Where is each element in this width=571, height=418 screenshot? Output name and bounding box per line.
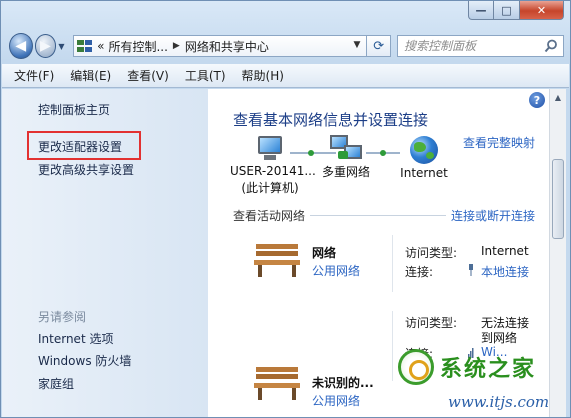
menu-tools[interactable]: 工具(T) — [177, 67, 234, 84]
network-type-link[interactable]: 公用网络 — [312, 392, 360, 409]
network-type-link[interactable]: 公用网络 — [312, 262, 360, 279]
watermark-url: www.itjs.com — [448, 393, 550, 411]
map-node-this-computer[interactable]: USER-20141... (此计算机) — [230, 136, 316, 196]
search-box[interactable] — [396, 35, 564, 57]
back-button[interactable]: ◀ — [9, 33, 33, 59]
active-networks-heading: 查看活动网络 — [233, 209, 306, 223]
address-dropdown-icon[interactable]: ▼ — [354, 40, 361, 50]
help-icon[interactable]: ? — [529, 92, 545, 108]
windows-firewall-link[interactable]: Windows 防火墙 — [38, 352, 131, 369]
search-icon[interactable] — [544, 39, 558, 53]
see-also-heading: 另请参阅 — [38, 310, 87, 324]
see-full-map-link[interactable]: 查看完整映射 — [463, 134, 535, 151]
minimize-button[interactable]: — — [468, 1, 494, 20]
forward-button[interactable]: ▶ — [34, 34, 57, 58]
caption-buttons: — □ ✕ — [468, 1, 564, 20]
change-advanced-sharing-link[interactable]: 更改高级共享设置 — [38, 161, 134, 178]
refresh-button[interactable]: ⟳ — [367, 35, 391, 57]
breadcrumb-all-control-panel[interactable]: 所有控制... — [108, 38, 167, 55]
maximize-button[interactable]: □ — [494, 1, 520, 20]
ethernet-plug-icon — [469, 264, 473, 276]
menu-edit[interactable]: 编辑(E) — [62, 67, 119, 84]
multiple-networks-icon — [328, 133, 364, 163]
scroll-up-icon[interactable]: ▲ — [550, 89, 566, 106]
forward-arrow-icon: ▶ — [40, 38, 51, 54]
navigation-bar: ◀ ▶ ▼ « 所有控制... ▶ 网络和共享中心 ▼ ⟳ — [9, 31, 564, 61]
control-panel-home-link[interactable]: 控制面板主页 — [38, 101, 110, 118]
connect-disconnect-link[interactable]: 连接或断开连接 — [451, 207, 535, 224]
map-node-internet[interactable]: Internet — [394, 136, 454, 181]
connections-label: 连接: — [405, 265, 434, 279]
refresh-icon: ⟳ — [373, 38, 385, 54]
watermark-logo-icon — [398, 349, 434, 385]
back-arrow-icon: ◀ — [15, 38, 27, 54]
globe-icon — [410, 136, 438, 164]
node-label: Internet — [400, 166, 448, 180]
node-label: USER-20141... — [230, 164, 316, 178]
map-link-dot — [380, 150, 386, 156]
chevron-down-icon: ▼ — [58, 41, 65, 51]
network-name: 网络 — [312, 246, 337, 260]
search-input[interactable] — [403, 39, 554, 53]
close-button[interactable]: ✕ — [520, 1, 564, 20]
page-title: 查看基本网络信息并设置连接 — [233, 111, 429, 129]
breadcrumb-network-sharing-center[interactable]: 网络和共享中心 — [185, 38, 269, 55]
map-node-multiple-networks[interactable]: 多重网络 — [316, 133, 376, 180]
public-network-bench-icon[interactable] — [252, 365, 302, 401]
watermark-text: 系统之家 — [440, 357, 537, 382]
window: — □ ✕ ◀ ▶ ▼ « 所有控制... ▶ 网络和共享中心 ▼ ⟳ 文件(F… — [0, 0, 571, 418]
access-type-value: Internet — [481, 244, 529, 258]
divider — [310, 215, 446, 216]
divider — [392, 311, 393, 381]
menu-help[interactable]: 帮助(H) — [234, 67, 292, 84]
network-name: 未识别的... — [312, 376, 374, 390]
address-bar[interactable]: « 所有控制... ▶ 网络和共享中心 ▼ — [73, 35, 368, 57]
homegroup-link[interactable]: 家庭组 — [38, 375, 74, 392]
recent-pages-button[interactable]: ▼ — [58, 42, 69, 51]
address-overflow[interactable]: « — [97, 39, 104, 53]
menu-view[interactable]: 查看(V) — [119, 67, 177, 84]
node-sublabel: (此计算机) — [241, 181, 299, 195]
access-type-label: 访问类型: — [405, 316, 458, 330]
task-pane: 控制面板主页 更改适配器设置 更改高级共享设置 另请参阅 Internet 选项… — [2, 89, 208, 417]
breadcrumb-separator-icon[interactable]: ▶ — [173, 41, 180, 51]
network-icon — [77, 40, 93, 52]
watermark: 系统之家 www.itjs.com — [396, 341, 566, 417]
internet-options-link[interactable]: Internet 选项 — [38, 330, 113, 347]
access-type-label: 访问类型: — [405, 246, 458, 260]
menu-bar: 文件(F) 编辑(E) 查看(V) 工具(T) 帮助(H) — [2, 64, 569, 88]
divider — [392, 235, 393, 292]
change-adapter-settings-link[interactable]: 更改适配器设置 — [38, 138, 122, 155]
public-network-bench-icon[interactable] — [252, 242, 302, 278]
scroll-thumb[interactable] — [552, 159, 564, 239]
node-label: 多重网络 — [321, 165, 370, 179]
computer-icon — [255, 136, 285, 162]
menu-file[interactable]: 文件(F) — [6, 67, 62, 84]
local-connection-link[interactable]: 本地连接 — [481, 263, 529, 280]
